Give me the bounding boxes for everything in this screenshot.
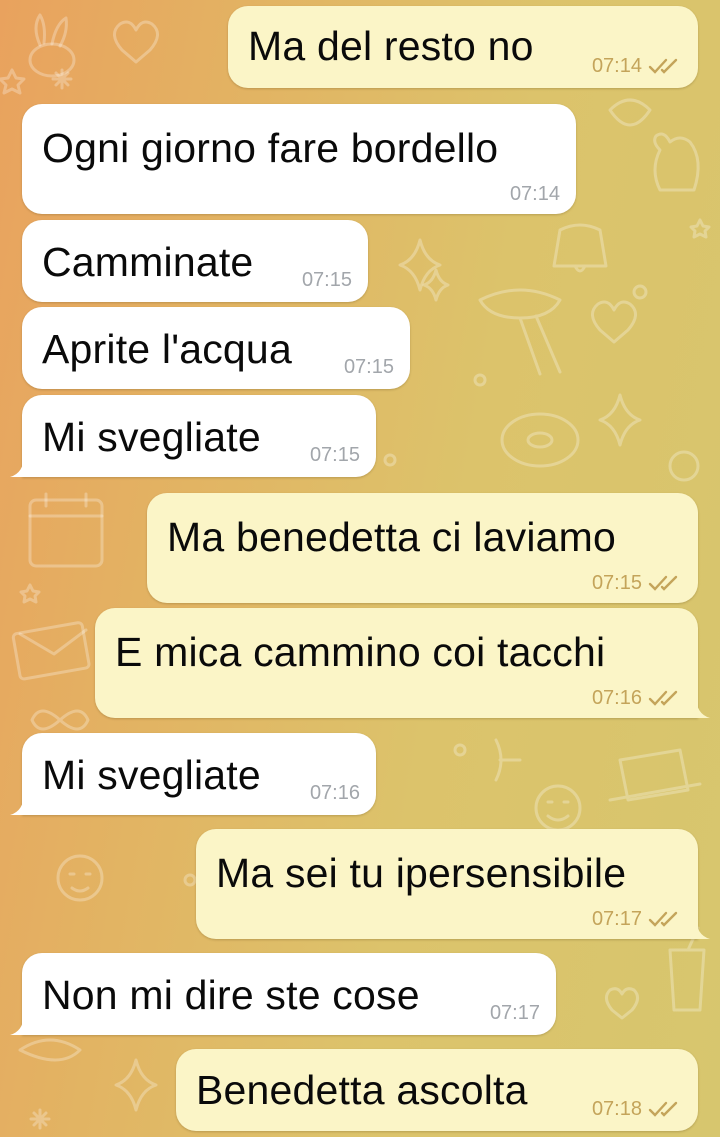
message-meta: 07:17 bbox=[592, 907, 682, 931]
message-time: 07:18 bbox=[591, 1098, 642, 1120]
message-bubble-outgoing[interactable]: Ma sei tu ipersensibile 07:17 bbox=[196, 829, 710, 939]
message-text: Ma sei tu ipersensibile bbox=[216, 850, 627, 896]
message-time: 07:17 bbox=[591, 908, 642, 930]
message-time: 07:16 bbox=[309, 782, 360, 804]
message-meta: 07:18 bbox=[592, 1097, 682, 1121]
bubble-tail bbox=[10, 793, 32, 815]
message-time: 07:16 bbox=[591, 687, 642, 709]
message-meta: 07:16 bbox=[592, 686, 682, 710]
message-text: Non mi dire ste cose bbox=[42, 972, 420, 1018]
message-text: E mica cammino coi tacchi bbox=[115, 629, 606, 675]
message-bubble-outgoing[interactable]: Ma benedetta ci laviamo 07:15 bbox=[147, 493, 698, 603]
message-text: Ogni giorno fare bordello bbox=[42, 125, 499, 171]
message-bubble-incoming[interactable]: Mi svegliate 07:16 bbox=[10, 733, 376, 815]
message-bubble-outgoing[interactable]: Benedetta ascolta 07:18 bbox=[176, 1049, 698, 1131]
message-text: Camminate bbox=[42, 239, 254, 285]
double-check-icon bbox=[648, 58, 678, 74]
message-meta: 07:15 bbox=[310, 443, 360, 467]
message-bubble-incoming[interactable]: Ogni giorno fare bordello 07:14 bbox=[22, 104, 576, 214]
bubble-tail bbox=[10, 1013, 32, 1035]
message-meta: 07:14 bbox=[510, 182, 560, 206]
message-bubble-incoming[interactable]: Mi svegliate 07:15 bbox=[10, 395, 376, 477]
message-meta: 07:17 bbox=[490, 1001, 540, 1025]
message-list[interactable]: Ma del resto no 07:14 Ogni giorno fare b… bbox=[0, 0, 720, 1137]
bubble-tail bbox=[688, 696, 710, 718]
message-bubble-incoming[interactable]: Camminate 07:15 bbox=[22, 220, 368, 302]
double-check-icon bbox=[648, 911, 678, 927]
message-text: Aprite l'acqua bbox=[42, 326, 292, 372]
message-text: Mi svegliate bbox=[42, 414, 261, 460]
message-bubble-outgoing[interactable]: Ma del resto no 07:14 bbox=[228, 6, 698, 88]
message-bubble-incoming[interactable]: Aprite l'acqua 07:15 bbox=[22, 307, 410, 389]
double-check-icon bbox=[648, 575, 678, 591]
message-time: 07:14 bbox=[509, 183, 560, 205]
message-time: 07:15 bbox=[343, 356, 394, 378]
message-meta: 07:14 bbox=[592, 54, 682, 78]
message-text: Mi svegliate bbox=[42, 752, 261, 798]
message-bubble-outgoing[interactable]: E mica cammino coi tacchi 07:16 bbox=[95, 608, 710, 718]
message-time: 07:15 bbox=[591, 572, 642, 594]
double-check-icon bbox=[648, 690, 678, 706]
message-time: 07:15 bbox=[309, 444, 360, 466]
double-check-icon bbox=[648, 1101, 678, 1117]
message-text: Ma benedetta ci laviamo bbox=[167, 514, 617, 560]
message-bubble-incoming[interactable]: Non mi dire ste cose 07:17 bbox=[10, 953, 556, 1035]
message-text: Ma del resto no bbox=[248, 23, 534, 69]
message-time: 07:14 bbox=[591, 55, 642, 77]
message-meta: 07:15 bbox=[302, 268, 352, 292]
message-meta: 07:15 bbox=[592, 571, 682, 595]
message-time: 07:15 bbox=[301, 269, 352, 291]
message-time: 07:17 bbox=[489, 1002, 540, 1024]
message-meta: 07:16 bbox=[310, 781, 360, 805]
message-text: Benedetta ascolta bbox=[196, 1067, 528, 1113]
message-meta: 07:15 bbox=[344, 355, 394, 379]
bubble-tail bbox=[688, 917, 710, 939]
bubble-tail bbox=[10, 455, 32, 477]
